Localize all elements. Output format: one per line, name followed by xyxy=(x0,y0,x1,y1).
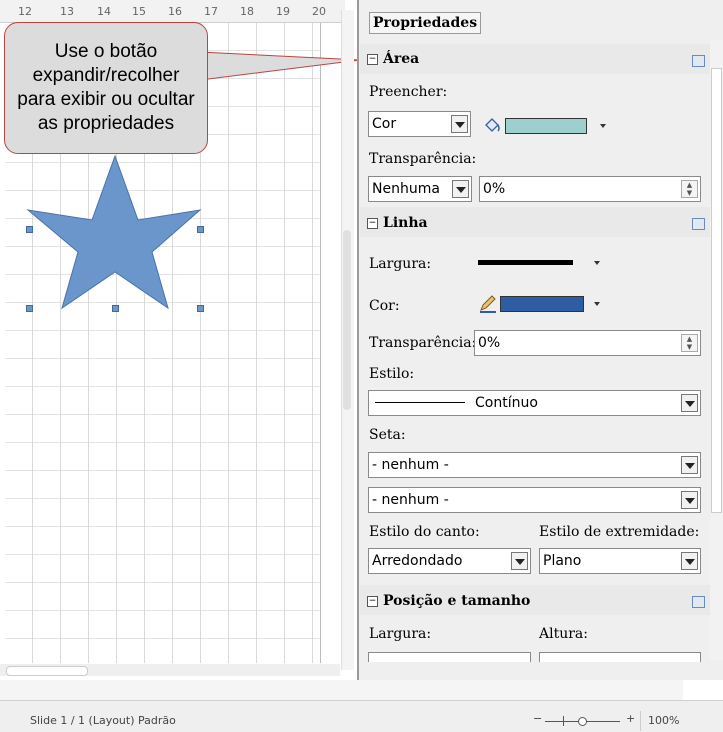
line-transparency-field[interactable]: 0% ▲ ▼ xyxy=(474,330,701,356)
star-polygon[interactable] xyxy=(26,154,202,310)
ruler-tick: 13 xyxy=(60,5,74,18)
line-width-dropdown-icon[interactable] xyxy=(594,261,600,265)
ruler-tick: 18 xyxy=(240,5,254,18)
position-height-label: Altura: xyxy=(539,626,588,642)
zoom-slider-thumb[interactable] xyxy=(578,717,587,726)
chevron-down-icon[interactable] xyxy=(681,456,698,474)
position-height-field[interactable] xyxy=(539,652,701,662)
horizontal-ruler: 12 13 14 15 16 17 18 19 20 xyxy=(0,0,345,23)
chevron-down-icon[interactable] xyxy=(452,180,469,198)
area-section-title: Área xyxy=(383,51,420,67)
position-width-field[interactable] xyxy=(368,652,531,662)
selection-handle[interactable] xyxy=(112,305,119,312)
cap-style-select[interactable]: Plano xyxy=(539,548,701,574)
line-width-label: Largura: xyxy=(369,256,432,272)
pencil-icon xyxy=(480,295,496,313)
line-color-swatch[interactable] xyxy=(500,296,584,312)
chevron-down-icon[interactable] xyxy=(681,491,698,509)
chevron-down-icon[interactable] xyxy=(681,394,698,412)
fill-label: Preencher: xyxy=(369,84,448,100)
selection-handle[interactable] xyxy=(26,226,33,233)
fill-color-dropdown-icon[interactable] xyxy=(600,124,606,128)
footer-area xyxy=(0,680,683,700)
ruler-tick: 15 xyxy=(132,5,146,18)
status-bar: Slide 1 / 1 (Layout) Padrão − + 100% xyxy=(0,700,723,732)
cap-style-label: Estilo de extremidade: xyxy=(539,524,700,540)
line-color-label: Cor: xyxy=(369,298,400,314)
line-style-value: Contínuo xyxy=(475,395,538,411)
callout-text: Use o botão expandir/recolher para exibi… xyxy=(17,41,195,134)
area-transparency-label: Transparência: xyxy=(369,151,477,167)
ruler-tick: 17 xyxy=(204,5,218,18)
line-section-title: Linha xyxy=(383,215,428,231)
arrow-end-select[interactable]: - nenhum - xyxy=(368,487,701,513)
chevron-down-icon[interactable] xyxy=(511,552,528,570)
fill-color-swatch[interactable] xyxy=(505,118,587,134)
chevron-down-icon[interactable] xyxy=(681,552,698,570)
canvas-vertical-scroll-thumb[interactable] xyxy=(343,230,351,410)
position-collapse-icon[interactable]: − xyxy=(367,596,378,607)
transparency-mode-value: Nenhuma xyxy=(372,181,440,197)
fill-type-select[interactable]: Cor xyxy=(368,111,471,137)
corner-style-value: Arredondado xyxy=(372,553,463,569)
corner-style-label: Estilo do canto: xyxy=(369,524,480,540)
corner-style-select[interactable]: Arredondado xyxy=(368,548,531,574)
selection-handle[interactable] xyxy=(26,305,33,312)
zoom-level[interactable]: 100% xyxy=(648,714,679,727)
status-divider xyxy=(640,711,641,731)
area-more-options-icon[interactable] xyxy=(692,55,705,67)
zoom-out-icon[interactable]: − xyxy=(533,712,542,725)
line-transparency-label: Transparência: xyxy=(369,335,477,351)
area-transparency-value: 0% xyxy=(483,181,506,197)
ruler-tick: 20 xyxy=(312,5,326,18)
line-style-select[interactable]: Contínuo xyxy=(368,390,701,416)
line-color-dropdown-icon[interactable] xyxy=(594,302,600,306)
zoom-slider-tick xyxy=(563,716,564,726)
selection-handle[interactable] xyxy=(197,305,204,312)
selection-handle[interactable] xyxy=(197,226,204,233)
line-transparency-value: 0% xyxy=(478,335,501,351)
area-collapse-icon[interactable]: − xyxy=(367,54,378,65)
ruler-tick: 19 xyxy=(276,5,290,18)
callout-box: Use o botão expandir/recolher para exibi… xyxy=(4,22,208,154)
spin-arrows-icon[interactable]: ▲ ▼ xyxy=(681,180,698,198)
sidebar-title: Propriedades xyxy=(369,12,482,34)
ruler-tick: 12 xyxy=(18,5,32,18)
slide-indicator: Slide 1 / 1 (Layout) xyxy=(30,714,135,727)
cap-style-value: Plano xyxy=(543,553,582,569)
spin-arrows-icon[interactable]: ▲ ▼ xyxy=(681,334,698,352)
master-slide-name: Padrão xyxy=(138,714,176,727)
position-width-label: Largura: xyxy=(369,626,432,642)
position-more-options-icon[interactable] xyxy=(692,596,705,608)
line-collapse-icon[interactable]: − xyxy=(367,218,378,229)
arrow-start-select[interactable]: - nenhum - xyxy=(368,452,701,478)
ruler-tick: 14 xyxy=(97,5,111,18)
position-section-title: Posição e tamanho xyxy=(383,593,531,609)
arrow-start-value: - nenhum - xyxy=(372,457,449,473)
transparency-mode-select[interactable]: Nenhuma xyxy=(368,176,472,202)
star-shape[interactable] xyxy=(20,150,220,320)
zoom-in-icon[interactable]: + xyxy=(626,712,635,725)
line-style-label: Estilo: xyxy=(369,366,415,382)
arrow-end-value: - nenhum - xyxy=(372,492,449,508)
area-transparency-field[interactable]: 0% ▲ ▼ xyxy=(479,176,701,202)
canvas-horizontal-scroll-thumb[interactable] xyxy=(6,666,88,676)
line-width-preview[interactable] xyxy=(478,260,573,265)
fill-type-value: Cor xyxy=(372,116,397,132)
ruler-tick: 16 xyxy=(168,5,182,18)
arrow-label: Seta: xyxy=(369,427,406,443)
sidebar-scroll-thumb[interactable] xyxy=(711,68,722,513)
bucket-icon xyxy=(485,118,500,132)
chevron-down-icon[interactable] xyxy=(451,115,468,133)
line-style-preview xyxy=(375,402,465,403)
line-more-options-icon[interactable] xyxy=(692,218,705,230)
